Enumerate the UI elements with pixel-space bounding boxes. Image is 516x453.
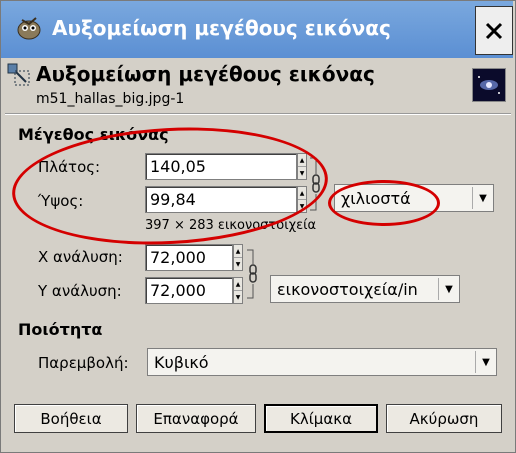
- y-resolution-label: Y ανάλυση:: [38, 282, 122, 300]
- interpolation-value: Κυβικό: [154, 352, 209, 372]
- image-thumbnail: [472, 68, 506, 102]
- close-button[interactable]: [475, 6, 513, 55]
- close-icon: [485, 22, 503, 39]
- chevron-down-icon: ▼: [475, 351, 496, 373]
- x-resolution-label: X ανάλυση:: [38, 248, 123, 266]
- scale-button[interactable]: Κλίμακα: [264, 404, 378, 433]
- resolution-chain-icon[interactable]: [246, 248, 260, 300]
- cancel-button[interactable]: Ακύρωση: [386, 404, 502, 433]
- annotation-circle-unit: [328, 180, 440, 226]
- x-resolution-input[interactable]: 72,000: [145, 244, 233, 271]
- chevron-down-icon: ▼: [438, 278, 459, 300]
- x-resolution-spinner[interactable]: ▲ ▼: [233, 244, 243, 271]
- scale-tool-icon: [7, 63, 30, 86]
- gimp-icon: [17, 17, 41, 40]
- y-resolution-input[interactable]: 72,000: [145, 277, 233, 304]
- resolution-unit-select[interactable]: εικονοστοιχεία/in ▼: [270, 275, 460, 303]
- y-resolution-spinner[interactable]: ▲ ▼: [233, 277, 243, 304]
- help-button[interactable]: Βοήθεια: [14, 404, 128, 433]
- image-name: m51_hallas_big.jpg-1: [36, 91, 185, 107]
- dialog-header-title: Αυξομείωση μεγέθους εικόνας: [36, 62, 375, 86]
- resolution-unit-value: εικονοστοιχεία/in: [277, 279, 418, 299]
- interpolation-select[interactable]: Κυβικό ▼: [147, 348, 497, 376]
- reset-button[interactable]: Επαναφορά: [136, 404, 256, 433]
- chevron-down-icon: ▼: [472, 187, 493, 209]
- quality-heading: Ποιότητα: [18, 320, 103, 339]
- window-title: Αυξομείωση μεγέθους εικόνας: [52, 16, 391, 40]
- header-separator: [5, 113, 511, 115]
- interpolation-label: Παρεμβολή:: [38, 354, 129, 372]
